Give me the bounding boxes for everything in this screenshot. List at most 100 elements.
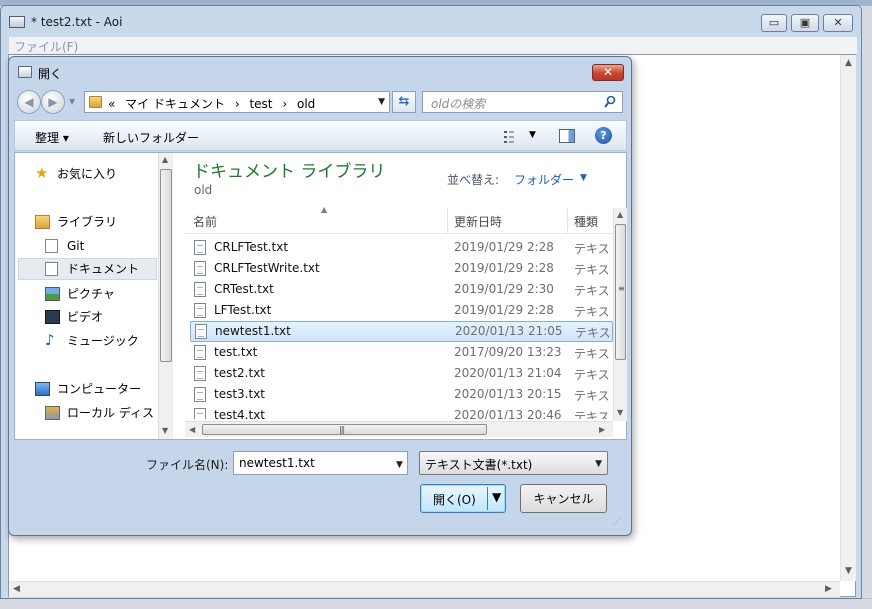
editor-vertical-scrollbar[interactable]: ▲ ▼ bbox=[840, 55, 856, 581]
file-list-pane: ドキュメント ライブラリ old 並べ替え: フォルダー ▼ ▲ 名前 更新日時… bbox=[175, 153, 627, 439]
scroll-left-arrow-icon[interactable]: ◀ bbox=[189, 425, 195, 434]
sort-dropdown-icon[interactable]: ▼ bbox=[580, 173, 587, 183]
file-row[interactable]: test3.txt 2020/01/13 20:15 テキスト文書 bbox=[185, 384, 613, 405]
preview-pane-icon[interactable] bbox=[559, 129, 575, 143]
column-divider[interactable] bbox=[447, 208, 448, 234]
filetype-select[interactable]: テキスト文書(*.txt) ▼ bbox=[419, 451, 608, 475]
new-folder-button[interactable]: 新しいフォルダー bbox=[103, 129, 199, 146]
file-name: CRTest.txt bbox=[214, 282, 274, 296]
scroll-down-arrow-icon[interactable]: ▼ bbox=[617, 408, 623, 417]
forward-button[interactable]: ▶ bbox=[41, 90, 65, 114]
scroll-down-arrow-icon[interactable]: ▼ bbox=[845, 566, 852, 576]
nav-scroll-thumb[interactable] bbox=[160, 169, 172, 362]
minimize-button[interactable]: ▭ bbox=[761, 14, 787, 32]
column-name[interactable]: 名前 bbox=[193, 213, 217, 230]
chevron-down-icon: ▼ bbox=[595, 459, 602, 469]
search-placeholder: oldの検索 bbox=[431, 97, 486, 111]
filename-input[interactable] bbox=[233, 451, 408, 475]
scroll-left-arrow-icon[interactable]: ◀ bbox=[13, 584, 20, 594]
search-icon[interactable] bbox=[604, 95, 616, 109]
file-date: 2019/01/29 2:30 bbox=[454, 282, 554, 296]
file-name: CRLFTest.txt bbox=[214, 240, 289, 254]
open-button-label: 開く(O) bbox=[433, 493, 476, 507]
column-type[interactable]: 種類 bbox=[574, 213, 598, 230]
column-header: ▲ 名前 更新日時 種類 bbox=[185, 205, 613, 234]
file-row[interactable]: test2.txt 2020/01/13 21:04 テキスト文書 bbox=[185, 363, 613, 384]
breadcrumb-old[interactable]: old bbox=[297, 97, 315, 111]
app-icon bbox=[9, 16, 25, 28]
breadcrumb-overflow[interactable]: « bbox=[108, 97, 115, 111]
back-arrow-icon: ◀ bbox=[24, 95, 34, 109]
pictures-icon bbox=[45, 287, 60, 301]
open-button[interactable]: 開く(O) ▼ bbox=[420, 484, 506, 513]
window-close-button[interactable]: ✕ bbox=[823, 14, 853, 32]
file-date: 2020/01/13 20:46 bbox=[454, 408, 562, 419]
file-list-horizontal-scrollbar[interactable]: ◀ ||| ▶ bbox=[185, 421, 613, 437]
maximize-button[interactable]: ▣ bbox=[791, 14, 819, 32]
file-hscroll-thumb[interactable]: ||| bbox=[202, 424, 487, 435]
main-window-title: * test2.txt - Aoi bbox=[31, 15, 123, 29]
file-row[interactable]: CRTest.txt 2019/01/29 2:30 テキスト文書 bbox=[185, 279, 613, 300]
organize-button[interactable]: 整理 ▾ bbox=[35, 129, 69, 146]
breadcrumb-separator[interactable]: › bbox=[282, 97, 287, 111]
file-type: テキスト文書 bbox=[575, 326, 613, 340]
file-name: test3.txt bbox=[214, 387, 266, 401]
cancel-button[interactable]: キャンセル bbox=[520, 484, 607, 513]
search-input[interactable]: oldの検索 bbox=[422, 91, 623, 113]
browser-content: ★ お気に入り ライブラリ Git ドキュメント ピクチャ ビデオ ♪ ミュージ… bbox=[14, 152, 627, 440]
breadcrumb-separator[interactable]: › bbox=[235, 97, 240, 111]
history-dropdown-icon[interactable]: ▼ bbox=[69, 97, 75, 106]
library-subtitle: old bbox=[194, 183, 213, 197]
breadcrumb-test[interactable]: test bbox=[249, 97, 272, 111]
dialog-close-button[interactable]: ✕ bbox=[592, 64, 624, 81]
file-row[interactable]: CRLFTest.txt 2019/01/29 2:28 テキスト文書 bbox=[185, 237, 613, 258]
editor-horizontal-scrollbar[interactable]: ◀ ▶ bbox=[9, 581, 840, 597]
text-file-icon bbox=[194, 240, 206, 255]
view-dropdown-icon[interactable]: ▼ bbox=[529, 130, 536, 140]
background-bottom-strip bbox=[0, 598, 872, 609]
column-date[interactable]: 更新日時 bbox=[454, 213, 502, 230]
column-divider[interactable] bbox=[567, 208, 568, 234]
nav-pane-scrollbar[interactable]: ▲ ▼ bbox=[158, 153, 173, 439]
file-row[interactable]: test.txt 2017/09/20 13:23 テキスト文書 bbox=[185, 342, 613, 363]
resize-grip-icon[interactable]: ⋰ bbox=[613, 517, 621, 526]
file-type: テキスト文書 bbox=[574, 410, 613, 419]
sort-by-link[interactable]: フォルダー bbox=[514, 171, 574, 188]
help-icon[interactable]: ? bbox=[595, 127, 612, 144]
scroll-right-arrow-icon[interactable]: ▶ bbox=[825, 584, 832, 594]
scroll-up-arrow-icon[interactable]: ▲ bbox=[845, 58, 852, 68]
scroll-right-arrow-icon[interactable]: ▶ bbox=[599, 425, 605, 434]
text-file-icon bbox=[194, 303, 206, 318]
star-icon: ★ bbox=[35, 164, 49, 182]
file-name: test.txt bbox=[214, 345, 258, 359]
address-dropdown-icon[interactable]: ▼ bbox=[378, 97, 385, 107]
scroll-up-arrow-icon[interactable]: ▲ bbox=[617, 210, 623, 219]
file-row[interactable]: test4.txt 2020/01/13 20:46 テキスト文書 bbox=[185, 405, 613, 419]
breadcrumb: « マイ ドキュメント › test › old bbox=[108, 95, 321, 112]
file-list: CRLFTest.txt2019/01/29 2:28テキスト文書CRLFTes… bbox=[185, 237, 613, 419]
text-file-icon bbox=[194, 366, 206, 381]
scroll-grip-icon: ≡ bbox=[618, 284, 625, 293]
file-list-vertical-scrollbar[interactable]: ▲ ≡ ▼ bbox=[613, 208, 627, 421]
back-button[interactable]: ◀ bbox=[17, 90, 41, 114]
music-note-icon: ♪ bbox=[45, 331, 55, 349]
change-view-icon[interactable] bbox=[504, 131, 520, 143]
file-type: テキスト文書 bbox=[574, 263, 613, 277]
scroll-down-arrow-icon[interactable]: ▼ bbox=[162, 426, 168, 435]
breadcrumb-my-documents[interactable]: マイ ドキュメント bbox=[125, 97, 225, 111]
library-title: ドキュメント ライブラリ bbox=[193, 162, 386, 182]
file-type: テキスト文書 bbox=[574, 347, 613, 361]
file-row[interactable]: CRLFTestWrite.txt 2019/01/29 2:28 テキスト文書 bbox=[185, 258, 613, 279]
file-vscroll-thumb[interactable]: ≡ bbox=[615, 224, 626, 360]
filename-dropdown-icon[interactable]: ▼ bbox=[396, 460, 403, 470]
scroll-up-arrow-icon[interactable]: ▲ bbox=[162, 155, 168, 164]
file-row[interactable]: LFTest.txt 2019/01/29 2:28 テキスト文書 bbox=[185, 300, 613, 321]
open-options-dropdown-icon[interactable]: ▼ bbox=[492, 490, 501, 504]
address-bar[interactable]: « マイ ドキュメント › test › old ▼ bbox=[84, 91, 390, 113]
refresh-button[interactable]: ⇆ bbox=[392, 91, 416, 113]
file-row-selected[interactable]: newtest1.txt 2020/01/13 21:05 テキスト文書 bbox=[190, 321, 613, 342]
menu-file[interactable]: ファイル(F) bbox=[14, 38, 78, 55]
file-date: 2019/01/29 2:28 bbox=[454, 240, 554, 254]
file-name: CRLFTestWrite.txt bbox=[214, 261, 320, 275]
text-file-icon bbox=[195, 324, 207, 339]
